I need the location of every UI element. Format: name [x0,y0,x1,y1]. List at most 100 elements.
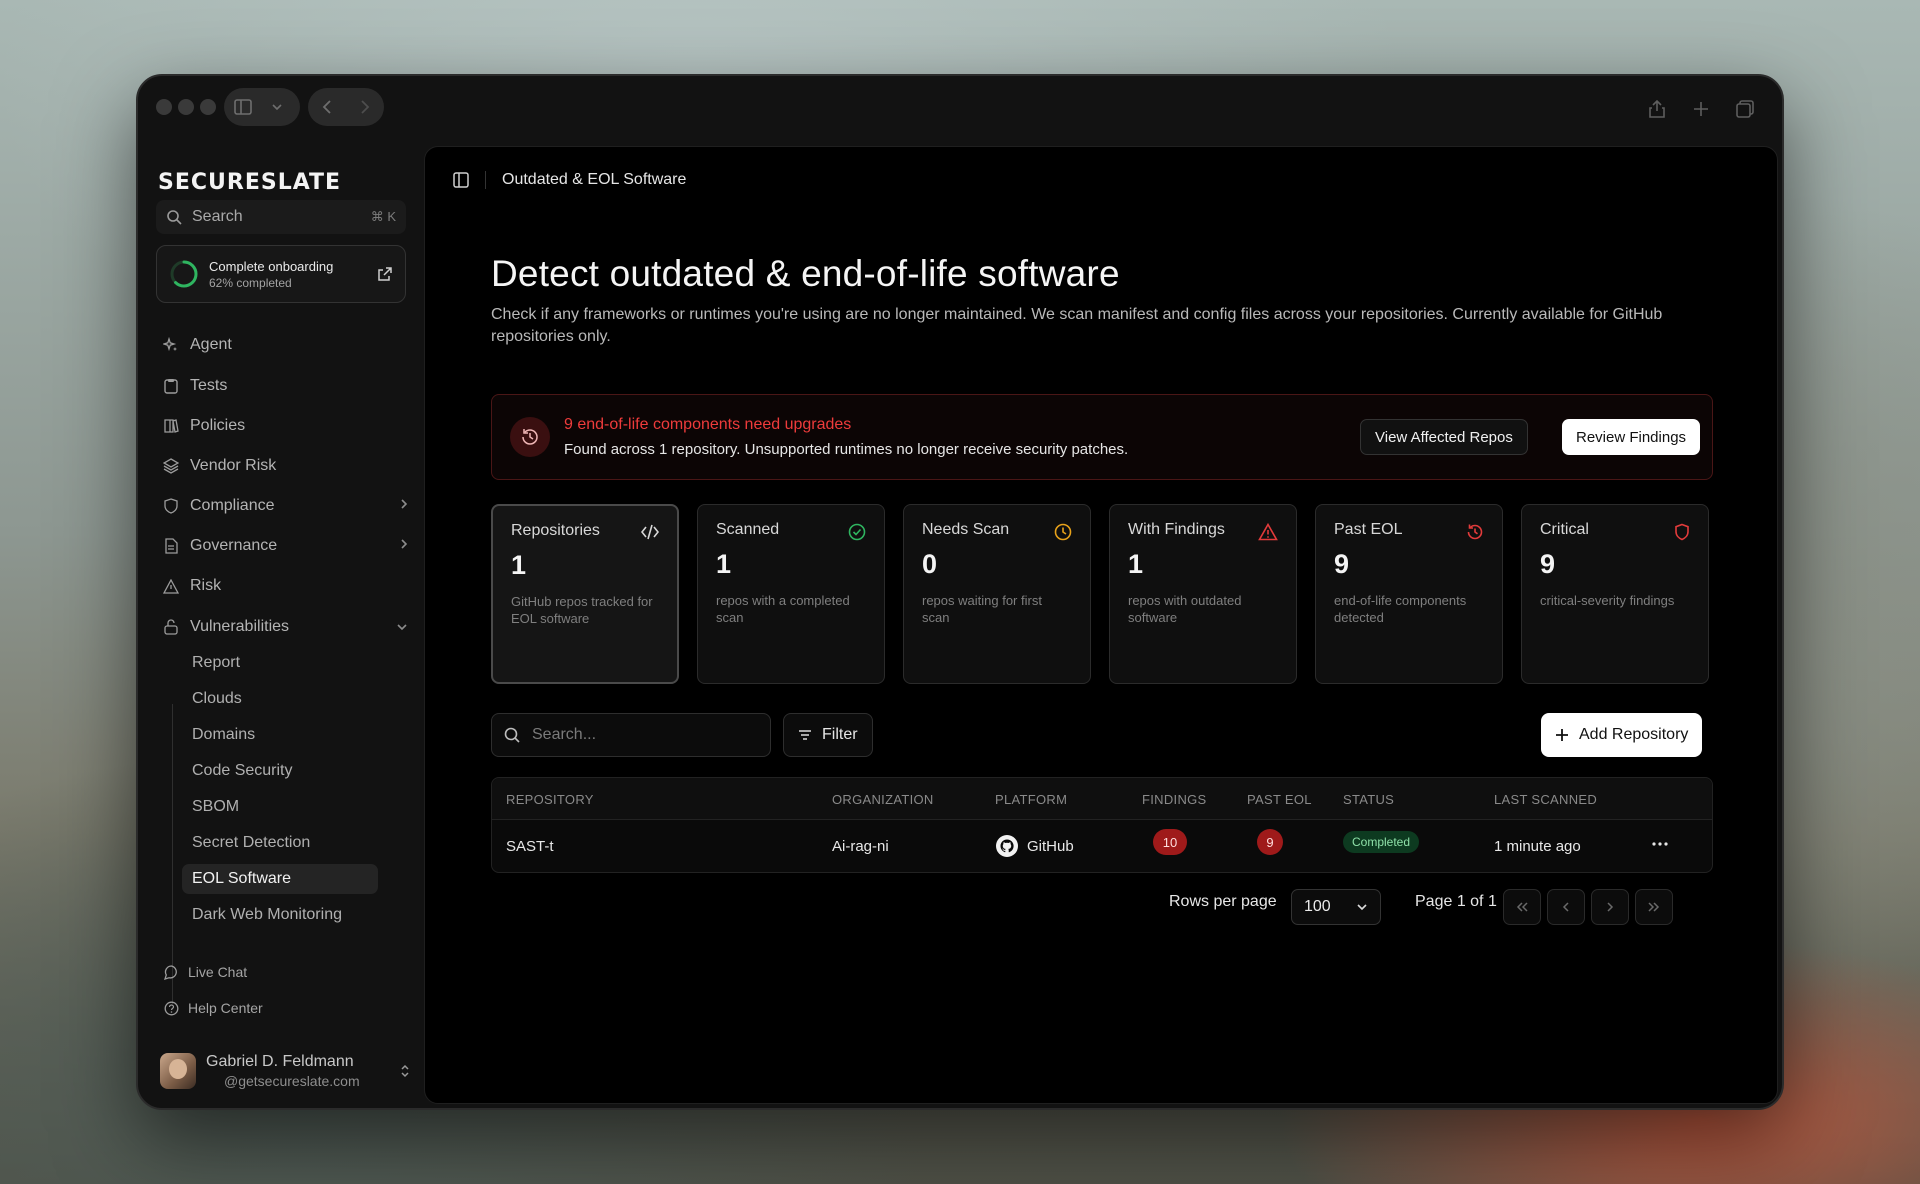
sidebar-item-governance[interactable]: Governance [162,531,408,561]
column-header-organization[interactable]: ORGANIZATION [832,792,934,807]
column-header-past-eol[interactable]: PAST EOL [1247,792,1312,807]
maximize-window-button[interactable] [200,99,216,115]
next-page-button[interactable] [1591,889,1629,925]
sidebar-search[interactable]: Search ⌘ K [156,200,406,234]
external-link-icon[interactable] [377,266,393,282]
stat-label: Past EOL [1334,521,1403,538]
stat-card-past-eol[interactable]: Past EOL 9 end-of-life components detect… [1315,504,1503,684]
back-arrow-icon[interactable] [308,88,346,126]
stat-card-scanned[interactable]: Scanned 1 repos with a completed scan [697,504,885,684]
sidebar-toggle-group[interactable] [224,88,300,126]
stat-label: Needs Scan [922,521,1010,538]
document-icon [162,537,180,555]
title-bar [138,76,1782,138]
forward-arrow-icon[interactable] [346,88,384,126]
chevron-up-down-icon[interactable] [400,1063,410,1079]
rows-per-page-select[interactable]: 100 [1291,889,1381,925]
live-chat-link[interactable]: Live Chat [162,964,247,980]
column-header-repository[interactable]: REPOSITORY [506,792,594,807]
sidebar-item-tests[interactable]: Tests [162,371,408,401]
repositories-table: REPOSITORY ORGANIZATION PLATFORM FINDING… [491,777,1713,873]
lock-icon [162,618,180,636]
filter-lines-icon [798,729,812,741]
stat-card-needs-scan[interactable]: Needs Scan 0 repos waiting for first sca… [903,504,1091,684]
submenu-guide-line [172,704,173,1004]
sidebar-subitem-code-security[interactable]: Code Security [182,756,378,786]
chevron-right-icon[interactable] [400,497,408,515]
sidebar-item-label: Governance [190,537,278,554]
plus-icon [1555,728,1569,742]
onboarding-title: Complete onboarding [209,258,334,274]
breadcrumb: Outdated & EOL Software [453,171,686,189]
sidebar-item-policies[interactable]: Policies [162,411,408,441]
sidebar-subitem-secret-detection[interactable]: Secret Detection [182,828,378,858]
column-header-status[interactable]: STATUS [1343,792,1394,807]
tabs-overview-icon[interactable] [1726,90,1764,128]
stat-card-critical[interactable]: Critical 9 critical-severity findings [1521,504,1709,684]
chevron-down-icon[interactable] [396,618,408,636]
onboarding-progress-text: 62% completed [209,275,292,290]
add-repository-label: Add Repository [1579,726,1689,743]
chevron-right-icon[interactable] [400,537,408,555]
sparkles-icon [162,336,180,354]
sidebar-subitem-eol-software[interactable]: EOL Software [182,864,378,894]
status-badge: Completed [1343,831,1420,853]
stat-card-with-findings[interactable]: With Findings 1 repos with outdated soft… [1109,504,1297,684]
review-findings-button[interactable]: Review Findings [1562,419,1701,455]
sidebar-subitem-clouds[interactable]: Clouds [182,684,378,714]
history-clock-icon [1466,523,1484,546]
sidebar-item-vendor-risk[interactable]: Vendor Risk [162,451,408,481]
brand-logo[interactable]: SECURESLATE [158,170,341,195]
column-header-last-scanned[interactable]: LAST SCANNED [1494,792,1597,807]
close-window-button[interactable] [156,99,172,115]
panel-toggle-icon[interactable] [453,172,469,188]
first-page-button[interactable] [1503,889,1541,925]
sidebar-item-vulnerabilities[interactable]: Vulnerabilities [162,612,408,642]
breadcrumb-current: Outdated & EOL Software [502,171,687,188]
help-center-link[interactable]: Help Center [162,1000,263,1016]
chat-bubble-icon [162,964,180,980]
repository-search-input[interactable]: Search... [491,713,771,757]
onboarding-card[interactable]: Complete onboarding 62% completed [156,245,406,303]
stat-card-repositories[interactable]: Repositories 1 GitHub repos tracked for … [491,504,679,684]
share-icon[interactable] [1638,90,1676,128]
stat-description: GitHub repos tracked for EOL software [511,594,653,626]
main-content: Outdated & EOL Software Detect outdated … [424,146,1778,1104]
sidebar-icon[interactable] [224,88,262,126]
sidebar-item-risk[interactable]: Risk [162,571,408,601]
sidebar-item-label: Compliance [190,497,275,514]
sidebar-item-agent[interactable]: Agent [162,330,408,360]
help-circle-icon [162,1001,180,1016]
more-actions-icon[interactable] [1652,842,1668,846]
user-menu[interactable]: Gabriel D. Feldmann @getsecureslate.com [160,1048,410,1094]
sidebar-subitem-sbom[interactable]: SBOM [182,792,378,822]
add-repository-button[interactable]: Add Repository [1541,713,1703,757]
cell-repository[interactable]: SAST-t [506,838,554,855]
platform-label: GitHub [1027,837,1074,855]
sidebar-item-compliance[interactable]: Compliance [162,491,408,521]
minimize-window-button[interactable] [178,99,194,115]
sidebar-subitem-domains[interactable]: Domains [182,720,378,750]
previous-page-button[interactable] [1547,889,1585,925]
warning-triangle-icon [1258,522,1278,546]
page-title: Detect outdated & end-of-life software [491,253,1120,294]
sidebar-subitem-dark-web-monitoring[interactable]: Dark Web Monitoring [182,900,378,930]
chevron-down-icon[interactable] [262,88,292,126]
stat-label: Critical [1540,521,1589,538]
filter-button[interactable]: Filter [783,713,873,757]
stat-value: 1 [716,549,732,579]
sidebar-subitem-report[interactable]: Report [182,648,378,678]
sidebar-item-label: Tests [190,377,228,394]
column-header-findings[interactable]: FINDINGS [1142,792,1207,807]
window-actions [1638,90,1764,128]
last-page-button[interactable] [1635,889,1673,925]
column-header-platform[interactable]: PLATFORM [995,792,1067,807]
stat-value: 1 [1128,549,1144,579]
double-chevron-left-icon [1515,901,1529,913]
search-placeholder: Search... [532,726,597,743]
new-tab-plus-icon[interactable] [1682,90,1720,128]
view-affected-repos-button[interactable]: View Affected Repos [1360,419,1528,455]
book-icon [162,417,180,435]
clipboard-icon [162,377,180,395]
chevron-left-icon [1562,901,1570,913]
